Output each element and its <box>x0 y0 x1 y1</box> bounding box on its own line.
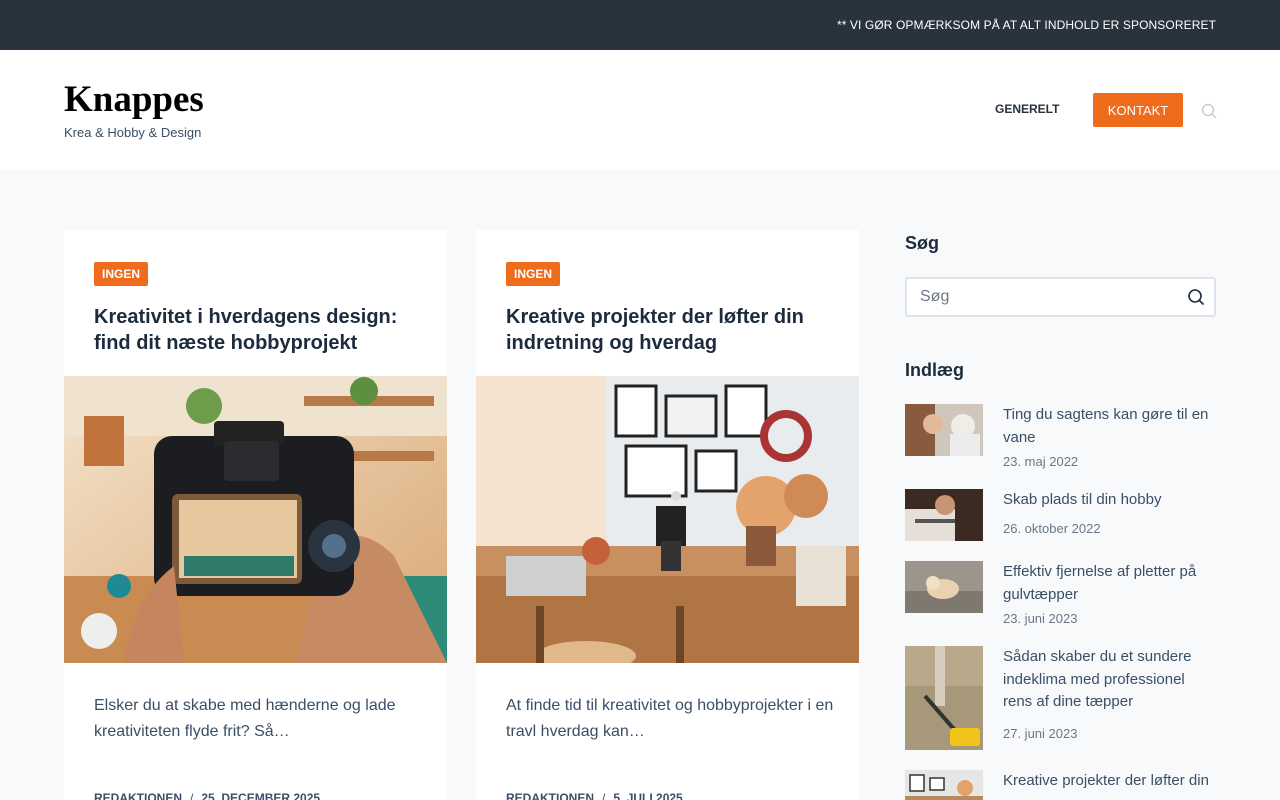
posts-widget-heading: Indlæg <box>905 360 964 380</box>
search-icon[interactable] <box>1187 288 1205 306</box>
site-header: Knappes Krea & Hobby & Design GENERELT K… <box>0 50 1280 170</box>
post-date: 27. juni 2023 <box>1003 726 1078 741</box>
post-title[interactable]: Kreative projekter der løfter din indret… <box>506 304 836 356</box>
post-date: 23. maj 2022 <box>1003 454 1079 469</box>
post-thumbnail[interactable] <box>905 489 983 541</box>
top-notice-bar: ** VI GØR OPMÆRKSOM PÅ AT ALT INDHOLD ER… <box>0 0 1280 50</box>
post-date: 5. JULI 2025 <box>613 791 683 800</box>
post-meta: REDAKTIONEN / 25. DECEMBER 2025 <box>94 791 320 800</box>
site-tagline: Krea & Hobby & Design <box>64 125 202 140</box>
sidebar-search-input[interactable] <box>907 279 1167 315</box>
meta-separator: / <box>602 791 606 800</box>
post-date: 26. oktober 2022 <box>1003 521 1101 536</box>
category-badge[interactable]: INGEN <box>94 262 149 286</box>
post-excerpt: At finde tid til kreativitet og hobbypro… <box>506 697 834 740</box>
post-title[interactable]: Kreativitet i hverdagens design: find di… <box>94 304 424 356</box>
post-link[interactable]: Effektiv fjernelse af pletter på gulvtæp… <box>1003 561 1216 606</box>
sponsored-notice: ** VI GØR OPMÆRKSOM PÅ AT ALT INDHOLD ER… <box>836 18 1216 32</box>
nav-item-generelt[interactable]: GENERELT <box>995 102 1059 116</box>
post-image-workspace[interactable] <box>476 376 859 663</box>
post-meta: REDAKTIONEN / 5. JULI 2025 <box>506 791 683 800</box>
post-link[interactable]: Skab plads til din hobby <box>1003 489 1216 512</box>
sidebar-search-box <box>905 277 1216 317</box>
search-widget-heading: Søg <box>905 233 939 253</box>
post-date: 25. DECEMBER 2025 <box>201 791 321 800</box>
post-card: INGEN Kreative projekter der løfter din … <box>476 230 859 800</box>
post-link[interactable]: Kreative projekter der løfter din <box>1003 770 1216 793</box>
post-excerpt: Elsker du at skabe med hænderne og lade … <box>94 697 396 740</box>
post-date: 23. juni 2023 <box>1003 611 1078 626</box>
post-thumbnail[interactable] <box>905 404 983 456</box>
post-card: INGEN Kreativitet i hverdagens design: f… <box>64 230 447 800</box>
meta-separator: / <box>190 791 194 800</box>
post-thumbnail[interactable] <box>905 561 983 613</box>
category-badge[interactable]: INGEN <box>506 262 561 286</box>
site-title[interactable]: Knappes <box>64 78 204 121</box>
post-link[interactable]: Ting du sagtens kan gøre til en vane <box>1003 404 1216 449</box>
post-author[interactable]: REDAKTIONEN <box>94 791 182 800</box>
post-thumbnail[interactable] <box>905 646 983 750</box>
post-author[interactable]: REDAKTIONEN <box>506 791 594 800</box>
post-image-camera[interactable] <box>64 376 447 663</box>
post-thumbnail[interactable] <box>905 770 983 800</box>
search-icon[interactable] <box>1201 103 1217 119</box>
nav-kontakt-button[interactable]: KONTAKT <box>1093 93 1183 127</box>
post-link[interactable]: Sådan skaber du et sundere indeklima med… <box>1003 646 1216 714</box>
